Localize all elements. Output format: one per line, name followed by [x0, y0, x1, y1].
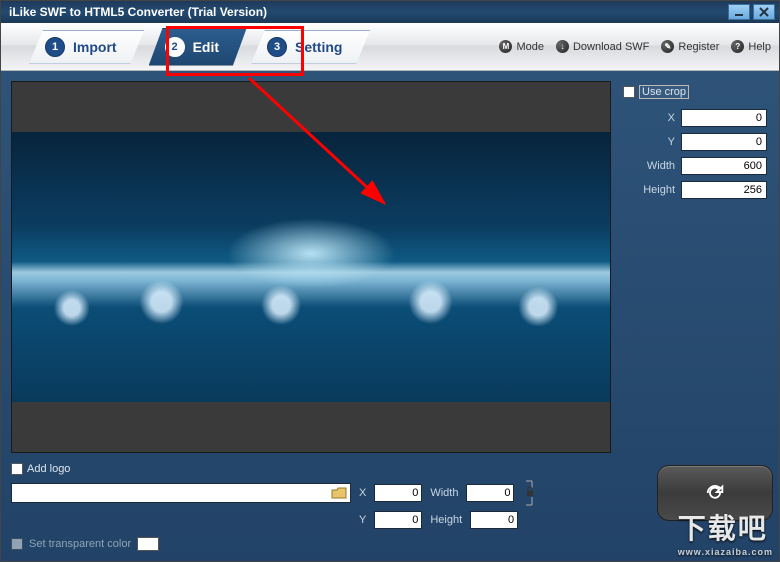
action-button[interactable] [657, 465, 773, 521]
transparent-color-label: Set transparent color [29, 538, 131, 550]
use-crop-checkbox[interactable] [623, 86, 635, 98]
mode-icon: M [499, 40, 512, 53]
window-title: iLike SWF to HTML5 Converter (Trial Vers… [9, 5, 267, 19]
help-label: Help [748, 41, 771, 53]
logo-x-label: X [359, 487, 366, 499]
use-crop-label: Use crop [639, 85, 689, 99]
crop-x-input[interactable] [681, 109, 767, 127]
register-icon: ✎ [661, 40, 674, 53]
preview-pane[interactable] [11, 81, 611, 453]
browse-icon[interactable] [330, 485, 348, 501]
logo-y-label: Y [359, 514, 366, 526]
register-link[interactable]: ✎ Register [661, 40, 719, 53]
logo-height-label: Height [430, 514, 462, 526]
transparent-color-swatch[interactable] [137, 537, 159, 551]
register-label: Register [678, 41, 719, 53]
logo-width-label: Width [430, 487, 458, 499]
tab-edit[interactable]: 2 Edit [149, 28, 247, 66]
crop-x-label: X [635, 112, 675, 124]
title-bar: iLike SWF to HTML5 Converter (Trial Vers… [1, 1, 779, 23]
crop-y-input[interactable] [681, 133, 767, 151]
transparent-color-checkbox[interactable] [11, 538, 23, 550]
crop-width-label: Width [635, 160, 675, 172]
download-label: Download SWF [573, 41, 649, 53]
crop-y-label: Y [635, 136, 675, 148]
window-controls [728, 4, 775, 20]
aspect-lock-icon[interactable] [524, 479, 536, 507]
download-icon: ↓ [556, 40, 569, 53]
preview-image [12, 132, 610, 402]
minimize-icon [734, 7, 744, 17]
crop-height-label: Height [635, 184, 675, 196]
logo-panel: Add logo X Width [11, 463, 769, 551]
tab-import[interactable]: 1 Import [29, 30, 145, 64]
tab-number-icon: 3 [267, 37, 287, 57]
add-logo-checkbox[interactable] [11, 463, 23, 475]
logo-x-input[interactable] [374, 484, 422, 502]
refresh-icon [704, 482, 726, 504]
logo-path-input[interactable] [11, 483, 351, 503]
download-swf-link[interactable]: ↓ Download SWF [556, 40, 649, 53]
help-link[interactable]: ? Help [731, 40, 771, 53]
tab-label: Edit [193, 39, 219, 55]
mode-label: Mode [516, 41, 544, 53]
tab-label: Import [73, 39, 117, 55]
logo-y-input[interactable] [374, 511, 422, 529]
crop-width-input[interactable] [681, 157, 767, 175]
mode-link[interactable]: M Mode [499, 40, 544, 53]
tab-number-icon: 2 [165, 37, 185, 57]
tab-label: Setting [295, 39, 342, 55]
minimize-button[interactable] [728, 4, 750, 20]
content-area: Use crop X Y Width Height [1, 71, 779, 561]
toolbar: 1 Import 2 Edit 3 Setting M Mode ↓ Downl… [1, 23, 779, 71]
close-icon [759, 7, 769, 17]
tab-setting[interactable]: 3 Setting [251, 30, 370, 64]
add-logo-label: Add logo [27, 463, 70, 475]
toolbar-links: M Mode ↓ Download SWF ✎ Register ? Help [499, 40, 771, 53]
crop-height-input[interactable] [681, 181, 767, 199]
close-button[interactable] [753, 4, 775, 20]
logo-width-input[interactable] [466, 484, 514, 502]
tab-number-icon: 1 [45, 37, 65, 57]
logo-height-input[interactable] [470, 511, 518, 529]
crop-panel: Use crop X Y Width Height [621, 81, 769, 453]
help-icon: ? [731, 40, 744, 53]
